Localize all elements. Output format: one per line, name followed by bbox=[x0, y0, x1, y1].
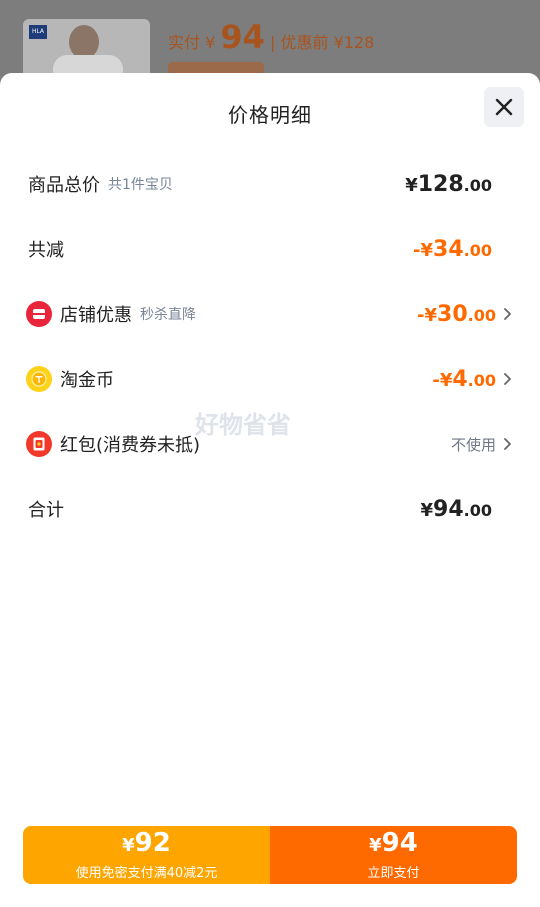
sum-label: 合计 bbox=[28, 500, 64, 521]
red-packet-label: 红包(消费券未抵) bbox=[60, 435, 201, 456]
goods-total-price: ¥128.00 bbox=[405, 171, 492, 197]
goods-total-label: 商品总价 bbox=[28, 175, 100, 196]
price-value: 94 bbox=[220, 18, 265, 56]
sum-price: ¥94.00 bbox=[420, 496, 493, 522]
shop-discount-label: 店铺优惠 bbox=[60, 305, 132, 326]
password-free-price: ¥92 bbox=[122, 828, 171, 858]
shop-discount-price: -¥30.00 bbox=[417, 301, 496, 327]
row-sum: 合计 ¥94.00 bbox=[28, 491, 512, 527]
chevron-right-icon bbox=[504, 373, 511, 385]
pay-now-price: ¥94 bbox=[369, 828, 418, 858]
chevron-right-icon bbox=[504, 438, 511, 450]
sheet-title: 价格明细 bbox=[228, 103, 312, 127]
password-free-pay-button[interactable]: ¥92 使用免密支付满40减2元 bbox=[23, 826, 270, 884]
price-detail-sheet: 价格明细 商品总价 共1件宝贝 ¥128.00 共减 -¥34.00 店铺优惠 bbox=[0, 73, 540, 907]
goods-count-label: 共1件宝贝 bbox=[108, 177, 173, 193]
red-packet-icon bbox=[26, 431, 52, 457]
gold-coin-icon bbox=[26, 366, 52, 392]
background-price: 实付 ¥ 94 | 优惠前 ¥128 bbox=[168, 18, 374, 56]
row-shop-discount[interactable]: 店铺优惠 秒杀直降 -¥30.00 bbox=[26, 296, 512, 332]
price-prefix: 实付 ¥ bbox=[168, 33, 216, 52]
red-packet-action: 不使用 bbox=[450, 435, 496, 454]
watermark: 好物省省 bbox=[195, 411, 291, 439]
close-button[interactable] bbox=[484, 87, 524, 127]
total-discount-price: -¥34.00 bbox=[413, 236, 492, 262]
row-goods-total: 商品总价 共1件宝贝 ¥128.00 bbox=[28, 166, 512, 202]
password-free-text: 使用免密支付满40减2元 bbox=[75, 866, 218, 881]
shop-coupon-icon bbox=[26, 301, 52, 327]
row-total-discount: 共减 -¥34.00 bbox=[28, 231, 512, 267]
taojinbi-price: -¥4.00 bbox=[432, 366, 496, 392]
shop-discount-sub: 秒杀直降 bbox=[140, 307, 196, 323]
taojinbi-label: 淘金币 bbox=[60, 370, 114, 391]
pay-action-bar: ¥92 使用免密支付满40减2元 ¥94 立即支付 bbox=[23, 826, 517, 884]
pay-now-text: 立即支付 bbox=[367, 866, 420, 881]
row-taojinbi[interactable]: 淘金币 -¥4.00 bbox=[26, 361, 512, 397]
pay-now-button[interactable]: ¥94 立即支付 bbox=[270, 826, 517, 884]
chevron-right-icon bbox=[504, 308, 511, 320]
close-icon bbox=[495, 98, 513, 116]
total-discount-label: 共减 bbox=[28, 240, 64, 261]
original-price: | 优惠前 ¥128 bbox=[270, 33, 375, 52]
brand-logo: HLA bbox=[29, 25, 47, 39]
